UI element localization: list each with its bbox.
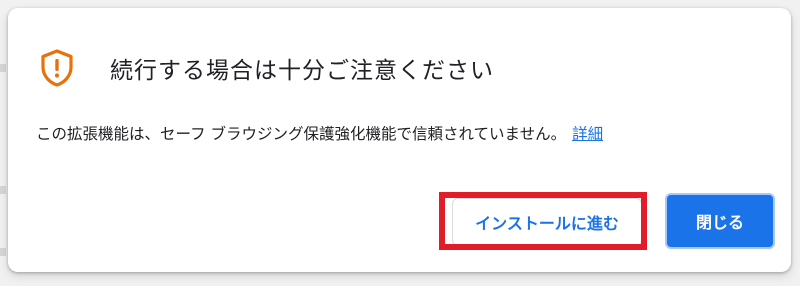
- dialog-message: この拡張機能は、セーフ ブラウジング保護強化機能で信頼されていません。 詳細: [36, 122, 603, 144]
- dialog-message-text: この拡張機能は、セーフ ブラウジング保護強化機能で信頼されていません。: [36, 125, 567, 143]
- details-link[interactable]: 詳細: [572, 125, 603, 143]
- background-edge-mark: [0, 186, 6, 194]
- dialog-header: 続行する場合は十分ご注意ください: [40, 48, 494, 88]
- background-edge-mark: [0, 64, 6, 72]
- proceed-install-button[interactable]: インストールに進む: [452, 198, 642, 246]
- dialog-title: 続行する場合は十分ご注意ください: [110, 58, 494, 84]
- background-edge-mark: [0, 248, 6, 256]
- shield-warning-icon: [40, 49, 74, 87]
- close-button[interactable]: 閉じる: [665, 193, 775, 249]
- extension-warning-dialog: 続行する場合は十分ご注意ください この拡張機能は、セーフ ブラウジング保護強化機…: [8, 8, 791, 272]
